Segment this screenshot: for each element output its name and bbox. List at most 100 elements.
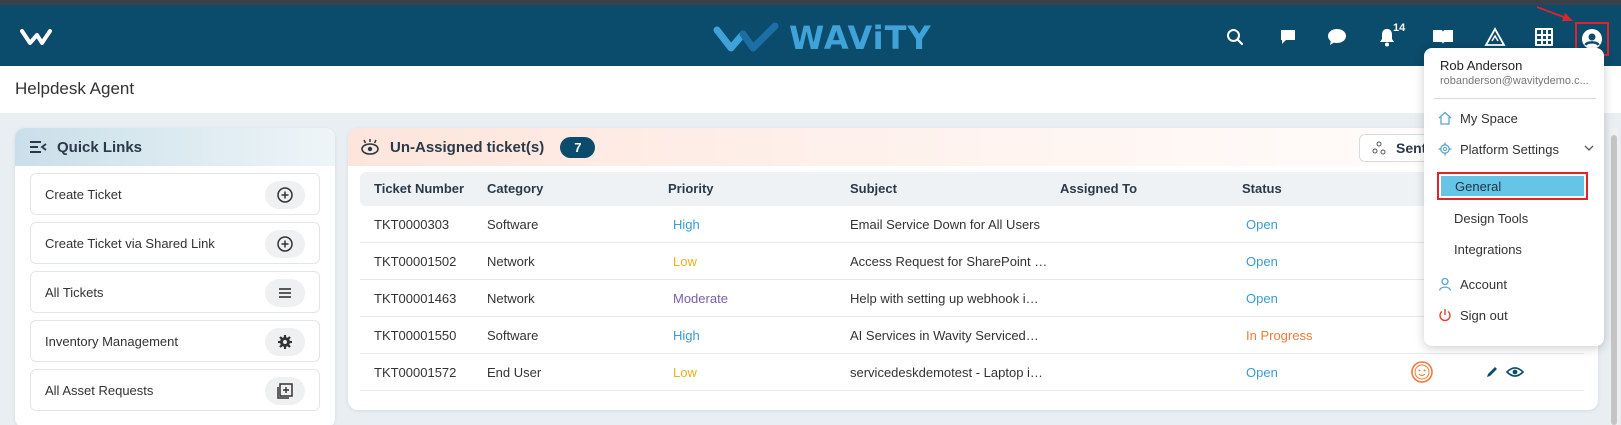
user-name: Rob Anderson [1440, 58, 1523, 73]
quick-link-create-ticket[interactable]: Create Ticket [30, 173, 320, 215]
ticket-count-badge: 7 [560, 136, 596, 158]
ticket-number[interactable]: TKT0000303 [374, 217, 449, 232]
quick-links-panel: Quick Links Create Ticket Create Ticket … [15, 128, 335, 425]
notification-count-badge: 14 [1393, 22, 1406, 34]
table-header: Ticket Number Category Priority Subject … [360, 172, 1584, 206]
quick-links-header: Quick Links [15, 128, 335, 166]
table-row[interactable]: TKT00001572 End User Low servicedeskdemo… [360, 354, 1584, 391]
menu-item-platform-settings[interactable]: Platform Settings [1438, 137, 1598, 161]
power-icon [1439, 309, 1451, 322]
triangle-icon[interactable] [1481, 23, 1509, 51]
brand-mark-icon [713, 22, 779, 52]
search-icon[interactable] [1221, 23, 1249, 51]
ticket-subject: Help with setting up webhook i… [850, 291, 1039, 306]
ticket-number[interactable]: TKT00001463 [374, 291, 456, 306]
table-row[interactable]: TKT00001502 Network Low Access Request f… [360, 243, 1584, 280]
book-icon[interactable] [1429, 23, 1457, 51]
menu-divider [1434, 98, 1596, 99]
ticket-category: Network [487, 291, 535, 306]
column-header[interactable]: Ticket Number [374, 181, 464, 196]
quick-link-all-tickets[interactable]: All Tickets [30, 271, 320, 313]
menu-item-integrations[interactable]: Integrations [1454, 242, 1522, 257]
gear-icon[interactable] [265, 328, 305, 356]
ticket-subject: Email Service Down for All Users [850, 217, 1040, 232]
asset-icon[interactable] [265, 377, 305, 405]
quick-link-asset-requests[interactable]: All Asset Requests [30, 369, 320, 411]
menu-item-design-tools[interactable]: Design Tools [1454, 211, 1528, 226]
ticket-category: Software [487, 328, 539, 343]
ticket-status: Open [1246, 217, 1278, 232]
share-icon [1372, 141, 1386, 155]
scrollbar-thumb[interactable] [1611, 135, 1617, 425]
menu-item-account[interactable]: Account [1438, 272, 1507, 296]
brand-logo: WAViTY [713, 18, 932, 58]
wavity-logo-mark[interactable] [20, 27, 60, 47]
quick-link-inventory[interactable]: Inventory Management [30, 320, 320, 362]
ticket-priority: Moderate [673, 291, 728, 306]
column-header[interactable]: Status [1242, 181, 1282, 196]
table-row[interactable]: TKT0000303 Software High Email Service D… [360, 206, 1584, 243]
column-header[interactable]: Priority [668, 181, 714, 196]
quick-link-label: All Tickets [45, 284, 104, 300]
settings-gear-icon [1438, 142, 1452, 156]
menu-item-label: Platform Settings [1460, 141, 1559, 157]
page-title: Helpdesk Agent [15, 79, 135, 98]
menu-item-general-highlight: General [1441, 176, 1584, 196]
column-header[interactable]: Assigned To [1060, 181, 1137, 196]
chat-icon[interactable] [1323, 23, 1351, 51]
quick-link-label: Create Ticket [45, 186, 122, 202]
ticket-number[interactable]: TKT00001550 [374, 328, 456, 343]
page-header: Helpdesk Agent [0, 66, 1621, 113]
quick-link-create-ticket-shared[interactable]: Create Ticket via Shared Link [30, 222, 320, 264]
menu-item-sign-out[interactable]: Sign out [1438, 303, 1508, 327]
plus-circle-icon[interactable] [265, 181, 305, 209]
quick-links-title: Quick Links [57, 138, 143, 156]
quick-link-label: Create Ticket via Shared Link [45, 235, 215, 251]
edit-pencil-icon[interactable] [1485, 365, 1499, 379]
unassigned-tickets-panel: Un-Assigned ticket(s) 7 Sent Ticket Numb… [348, 128, 1598, 410]
ticket-status: Open [1246, 291, 1278, 306]
ticket-category: Network [487, 254, 535, 269]
smiley-icon[interactable] [1410, 360, 1434, 384]
feedback-icon[interactable] [1274, 23, 1302, 51]
person-icon [1438, 277, 1452, 291]
ticket-priority: High [673, 217, 700, 232]
list-icon[interactable] [265, 279, 305, 307]
ticket-number[interactable]: TKT00001502 [374, 254, 456, 269]
brand-name: WAViTY [789, 19, 932, 57]
eye-watch-icon [361, 139, 379, 155]
ticket-priority: High [673, 328, 700, 343]
sent-label: Sent [1396, 140, 1427, 156]
ticket-number[interactable]: TKT00001572 [374, 365, 456, 380]
ticket-category: End User [487, 365, 542, 380]
view-eye-icon[interactable] [1506, 365, 1524, 379]
column-header[interactable]: Subject [850, 181, 897, 196]
annotation-arrow-icon [1536, 6, 1573, 21]
table-row[interactable]: TKT00001463 Network Moderate Help with s… [360, 280, 1584, 317]
table-row[interactable]: TKT00001550 Software High AI Services in… [360, 317, 1584, 354]
ticket-subject: AI Services in Wavity Serviced… [850, 328, 1039, 343]
ticket-priority: Low [673, 365, 697, 380]
user-icon [1582, 29, 1602, 49]
menu-item-label: Sign out [1460, 307, 1508, 323]
ticket-status: Open [1246, 365, 1278, 380]
ticket-category: Software [487, 217, 539, 232]
ticket-status: Open [1246, 254, 1278, 269]
menu-item-my-space[interactable]: My Space [1438, 106, 1518, 130]
plus-circle-icon[interactable] [265, 230, 305, 258]
user-menu-dropdown: Rob Anderson robanderson@wavitydemo.c...… [1424, 48, 1604, 346]
grid-icon[interactable] [1530, 23, 1558, 51]
menu-item-general[interactable]: General [1437, 172, 1588, 200]
ticket-status: In Progress [1246, 328, 1313, 343]
ticket-priority: Low [673, 254, 697, 269]
top-navigation-bar: WAViTY 14 [0, 0, 1621, 66]
ticket-subject: Access Request for SharePoint … [850, 254, 1048, 269]
home-icon [1438, 111, 1452, 125]
column-header[interactable]: Category [487, 181, 543, 196]
menu-collapse-icon[interactable] [29, 140, 47, 154]
menu-item-label: General [1455, 178, 1502, 194]
ticket-subject: servicedeskdemotest - Laptop i… [850, 365, 1043, 380]
menu-item-label: My Space [1460, 110, 1518, 126]
quick-link-label: All Asset Requests [45, 382, 154, 398]
quick-link-label: Inventory Management [45, 333, 178, 349]
